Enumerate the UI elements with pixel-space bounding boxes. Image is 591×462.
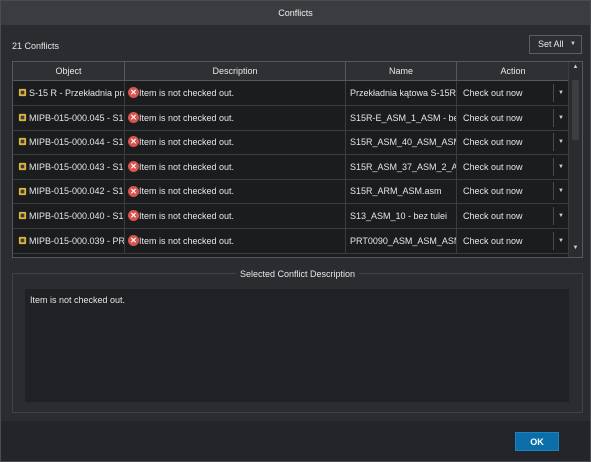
table-row[interactable]: MIPB-015-000.044 - S15R ✕ Item is not chec… [13, 130, 569, 156]
action-dropdown[interactable]: Check out now ▼ [457, 81, 569, 105]
table-row[interactable]: MIPB-015-000.042 - S15R ✕ Item is not chec… [13, 179, 569, 205]
error-icon: ✕ [128, 87, 139, 99]
name-cell: S15R-E_ASM_1_ASM - bez t [346, 105, 457, 130]
column-header-action[interactable]: Action [457, 62, 569, 80]
column-header-description[interactable]: Description [125, 62, 346, 80]
object-cell: S-15 R - Przekładnia praw [13, 81, 125, 105]
name-cell: S15R_ASM_40_ASM_ASM.as [346, 130, 457, 155]
description-cell: ✕ Item is not checked out. [125, 228, 346, 253]
object-label: MIPB-015-000.043 - S15R [29, 161, 125, 172]
table-row[interactable]: S-15 R - Przekładnia praw ✕ Item is not ch… [13, 81, 569, 106]
chevron-down-icon[interactable]: ▼ [553, 84, 568, 102]
name-cell: S15R_ARM_ASM.asm [346, 179, 457, 204]
description-label: Item is not checked out. [139, 112, 235, 123]
description-label: Item is not checked out. [139, 161, 235, 172]
error-icon: ✕ [128, 234, 139, 246]
column-header-name[interactable]: Name [346, 62, 457, 80]
object-label: MIPB-015-000.044 - S15R [29, 137, 125, 148]
set-all-label: Set All [538, 39, 564, 49]
object-label: MIPB-015-000.042 - S15R [29, 186, 125, 197]
chevron-down-icon[interactable]: ▼ [553, 182, 568, 201]
selected-conflict-description: Item is not checked out. [25, 289, 569, 402]
table-scrollbar[interactable]: ▲ ▼ [568, 62, 582, 257]
assembly-icon [18, 236, 27, 244]
description-cell: ✕ Item is not checked out. [125, 130, 346, 155]
assembly-icon [18, 212, 27, 220]
table-row[interactable]: MIPB-015-000.043 - S15R ✕ Item is not chec… [13, 154, 569, 180]
name-cell: S13_ASM_10 - bez tulei [346, 204, 457, 228]
description-cell: ✕ Item is not checked out. [125, 179, 346, 204]
object-cell: MIPB-015-000.044 - S15R [13, 130, 125, 155]
assembly-icon [18, 113, 27, 121]
name-cell: PRT0090_ASM_ASM_ASM [346, 228, 457, 253]
error-icon: ✕ [128, 136, 139, 148]
chevron-down-icon[interactable]: ▼ [553, 207, 568, 225]
scroll-down-icon[interactable]: ▼ [569, 245, 582, 255]
object-label: MIPB-015-000.045 - S15R [29, 112, 125, 123]
action-label: Check out now [463, 161, 523, 172]
assembly-icon [18, 187, 27, 195]
action-dropdown[interactable]: Check out now ▼ [457, 179, 569, 203]
action-label: Check out now [463, 137, 523, 148]
ok-button[interactable]: OK [515, 432, 559, 451]
action-dropdown[interactable]: Check out now ▼ [457, 204, 569, 228]
dialog-title: Conflicts [1, 1, 590, 25]
description-cell: ✕ Item is not checked out. [125, 81, 346, 105]
object-cell: MIPB-015-000.045 - S15R [13, 105, 125, 130]
chevron-down-icon[interactable]: ▼ [553, 157, 568, 176]
conflicts-table: Object Description Name Action S-15 R - … [12, 61, 583, 258]
assembly-icon [18, 138, 27, 146]
name-cell: Przekładnia kątowa S-15R S [346, 81, 457, 105]
description-label: Item is not checked out. [139, 137, 235, 148]
selected-conflict-group: Selected Conflict Description Item is no… [12, 269, 583, 413]
object-label: MIPB-015-000.040 - S13_ [29, 211, 125, 221]
action-dropdown[interactable]: Check out now ▼ [457, 155, 569, 179]
scroll-up-icon[interactable]: ▲ [569, 64, 582, 74]
assembly-icon [18, 162, 27, 171]
error-icon: ✕ [128, 160, 139, 172]
action-dropdown[interactable]: Check out now ▼ [457, 130, 569, 154]
table-row[interactable]: MIPB-015-000.045 - S15R ✕ Item is not chec… [13, 105, 569, 131]
description-cell: ✕ Item is not checked out. [125, 105, 346, 130]
error-icon: ✕ [128, 210, 139, 222]
description-label: Item is not checked out. [139, 186, 235, 197]
action-dropdown[interactable]: Check out now ▼ [457, 106, 569, 130]
scrollbar-thumb[interactable] [572, 80, 579, 140]
object-cell: MIPB-015-000.039 - PRT [13, 228, 125, 253]
chevron-down-icon[interactable]: ▼ [553, 231, 568, 250]
action-label: Check out now [463, 211, 523, 221]
description-label: Item is not checked out. [139, 88, 235, 98]
selected-conflict-title: Selected Conflict Description [235, 269, 360, 279]
conflict-count: 21 Conflicts [12, 41, 60, 51]
name-cell: S15R_ASM_37_ASM_2_ASM [346, 154, 457, 179]
column-header-object[interactable]: Object [13, 62, 125, 80]
object-label: MIPB-015-000.039 - PRT [29, 235, 125, 246]
table-row[interactable]: MIPB-015-000.040 - S13_ ✕ Item is not chec… [13, 204, 569, 229]
table-header: Object Description Name Action [13, 62, 569, 81]
object-cell: MIPB-015-000.042 - S15R [13, 179, 125, 204]
object-cell: MIPB-015-000.040 - S13_ [13, 204, 125, 228]
action-dropdown[interactable]: Check out now ▼ [457, 229, 569, 253]
table-row[interactable]: MIPB-015-000.039 - PRT ✕ Item is not check… [13, 228, 569, 254]
assembly-icon [18, 89, 27, 97]
object-cell: MIPB-015-000.043 - S15R [13, 154, 125, 179]
description-cell: ✕ Item is not checked out. [125, 154, 346, 179]
action-label: Check out now [463, 186, 523, 197]
chevron-down-icon[interactable]: ▼ [553, 108, 568, 127]
set-all-dropdown[interactable]: Set All ▼ [529, 35, 582, 54]
object-label: S-15 R - Przekładnia praw [29, 88, 125, 98]
action-label: Check out now [463, 235, 523, 246]
dialog-footer [1, 421, 590, 461]
chevron-down-icon: ▼ [570, 41, 576, 47]
conflicts-dialog: Conflicts 21 Conflicts Set All ▼ Object … [0, 0, 591, 462]
description-cell: ✕ Item is not checked out. [125, 204, 346, 228]
action-label: Check out now [463, 88, 523, 98]
chevron-down-icon[interactable]: ▼ [553, 133, 568, 152]
error-icon: ✕ [128, 111, 139, 123]
action-label: Check out now [463, 112, 523, 123]
description-label: Item is not checked out. [139, 211, 235, 221]
description-label: Item is not checked out. [139, 235, 235, 246]
error-icon: ✕ [128, 185, 139, 197]
